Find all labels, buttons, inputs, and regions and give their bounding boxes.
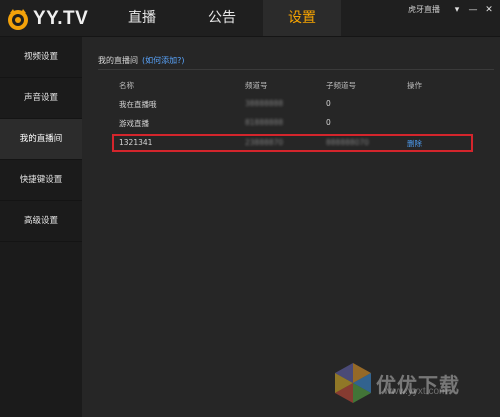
table-row-channel: 38888888	[245, 99, 284, 108]
app-window: YY.TV 直播 公告 设置 虎牙直播 ▾ — ✕ 视频设置 声音设置 我的直播…	[0, 0, 500, 417]
dropdown-icon[interactable]: ▾	[452, 5, 462, 15]
column-header-subchannel: 子频道号	[326, 81, 356, 90]
top-bar: YY.TV 直播 公告 设置 虎牙直播 ▾ — ✕	[0, 0, 500, 37]
section-title: 我的直播间	[98, 56, 138, 65]
table-row-name: 游戏直播	[119, 119, 149, 128]
sidebar: 视频设置 声音设置 我的直播间 快捷键设置 高级设置	[0, 37, 82, 417]
table-row-channel: 81888888	[245, 118, 284, 127]
delete-button[interactable]: 删除	[407, 138, 422, 149]
minimize-icon[interactable]: —	[468, 5, 478, 15]
tab-live[interactable]: 直播	[110, 0, 174, 36]
yy-logo: YY.TV	[6, 7, 88, 31]
sidebar-item-my-room[interactable]: 我的直播间	[0, 119, 82, 160]
tab-settings[interactable]: 设置	[263, 0, 341, 36]
column-header-action: 操作	[407, 81, 422, 90]
table-row-channel: 23888870	[245, 138, 284, 147]
table-row-subchannel: 0	[326, 118, 331, 127]
help-link[interactable]: (如何添加?)	[142, 56, 185, 65]
sidebar-item-hotkeys[interactable]: 快捷键设置	[0, 160, 82, 201]
table-row-name: 我在直播哦	[119, 100, 157, 109]
close-icon[interactable]: ✕	[484, 5, 494, 15]
table-row-subchannel: 0	[326, 99, 331, 108]
sidebar-item-advanced[interactable]: 高级设置	[0, 201, 82, 242]
username-label[interactable]: 虎牙直播	[408, 4, 440, 15]
table-row-subchannel: 888888070	[326, 138, 369, 147]
sidebar-item-audio[interactable]: 声音设置	[0, 78, 82, 119]
section-header: 我的直播间 (如何添加?)	[98, 55, 185, 66]
logo-text: YY.TV	[33, 8, 89, 29]
tab-announcement[interactable]: 公告	[190, 0, 254, 36]
watermark-url: www.yyxt.com	[384, 386, 448, 397]
sidebar-item-video[interactable]: 视频设置	[0, 37, 82, 78]
watermark-logo-icon	[335, 363, 371, 403]
column-header-name: 名称	[119, 81, 134, 90]
watermark: 优优下载 www.yyxt.com	[330, 360, 460, 406]
column-header-channel: 频道号	[245, 81, 268, 90]
yy-logo-icon	[6, 7, 30, 31]
divider	[98, 69, 494, 70]
window-controls: 虎牙直播 ▾ — ✕	[408, 4, 494, 15]
table-row-name: 1321341	[119, 138, 153, 147]
